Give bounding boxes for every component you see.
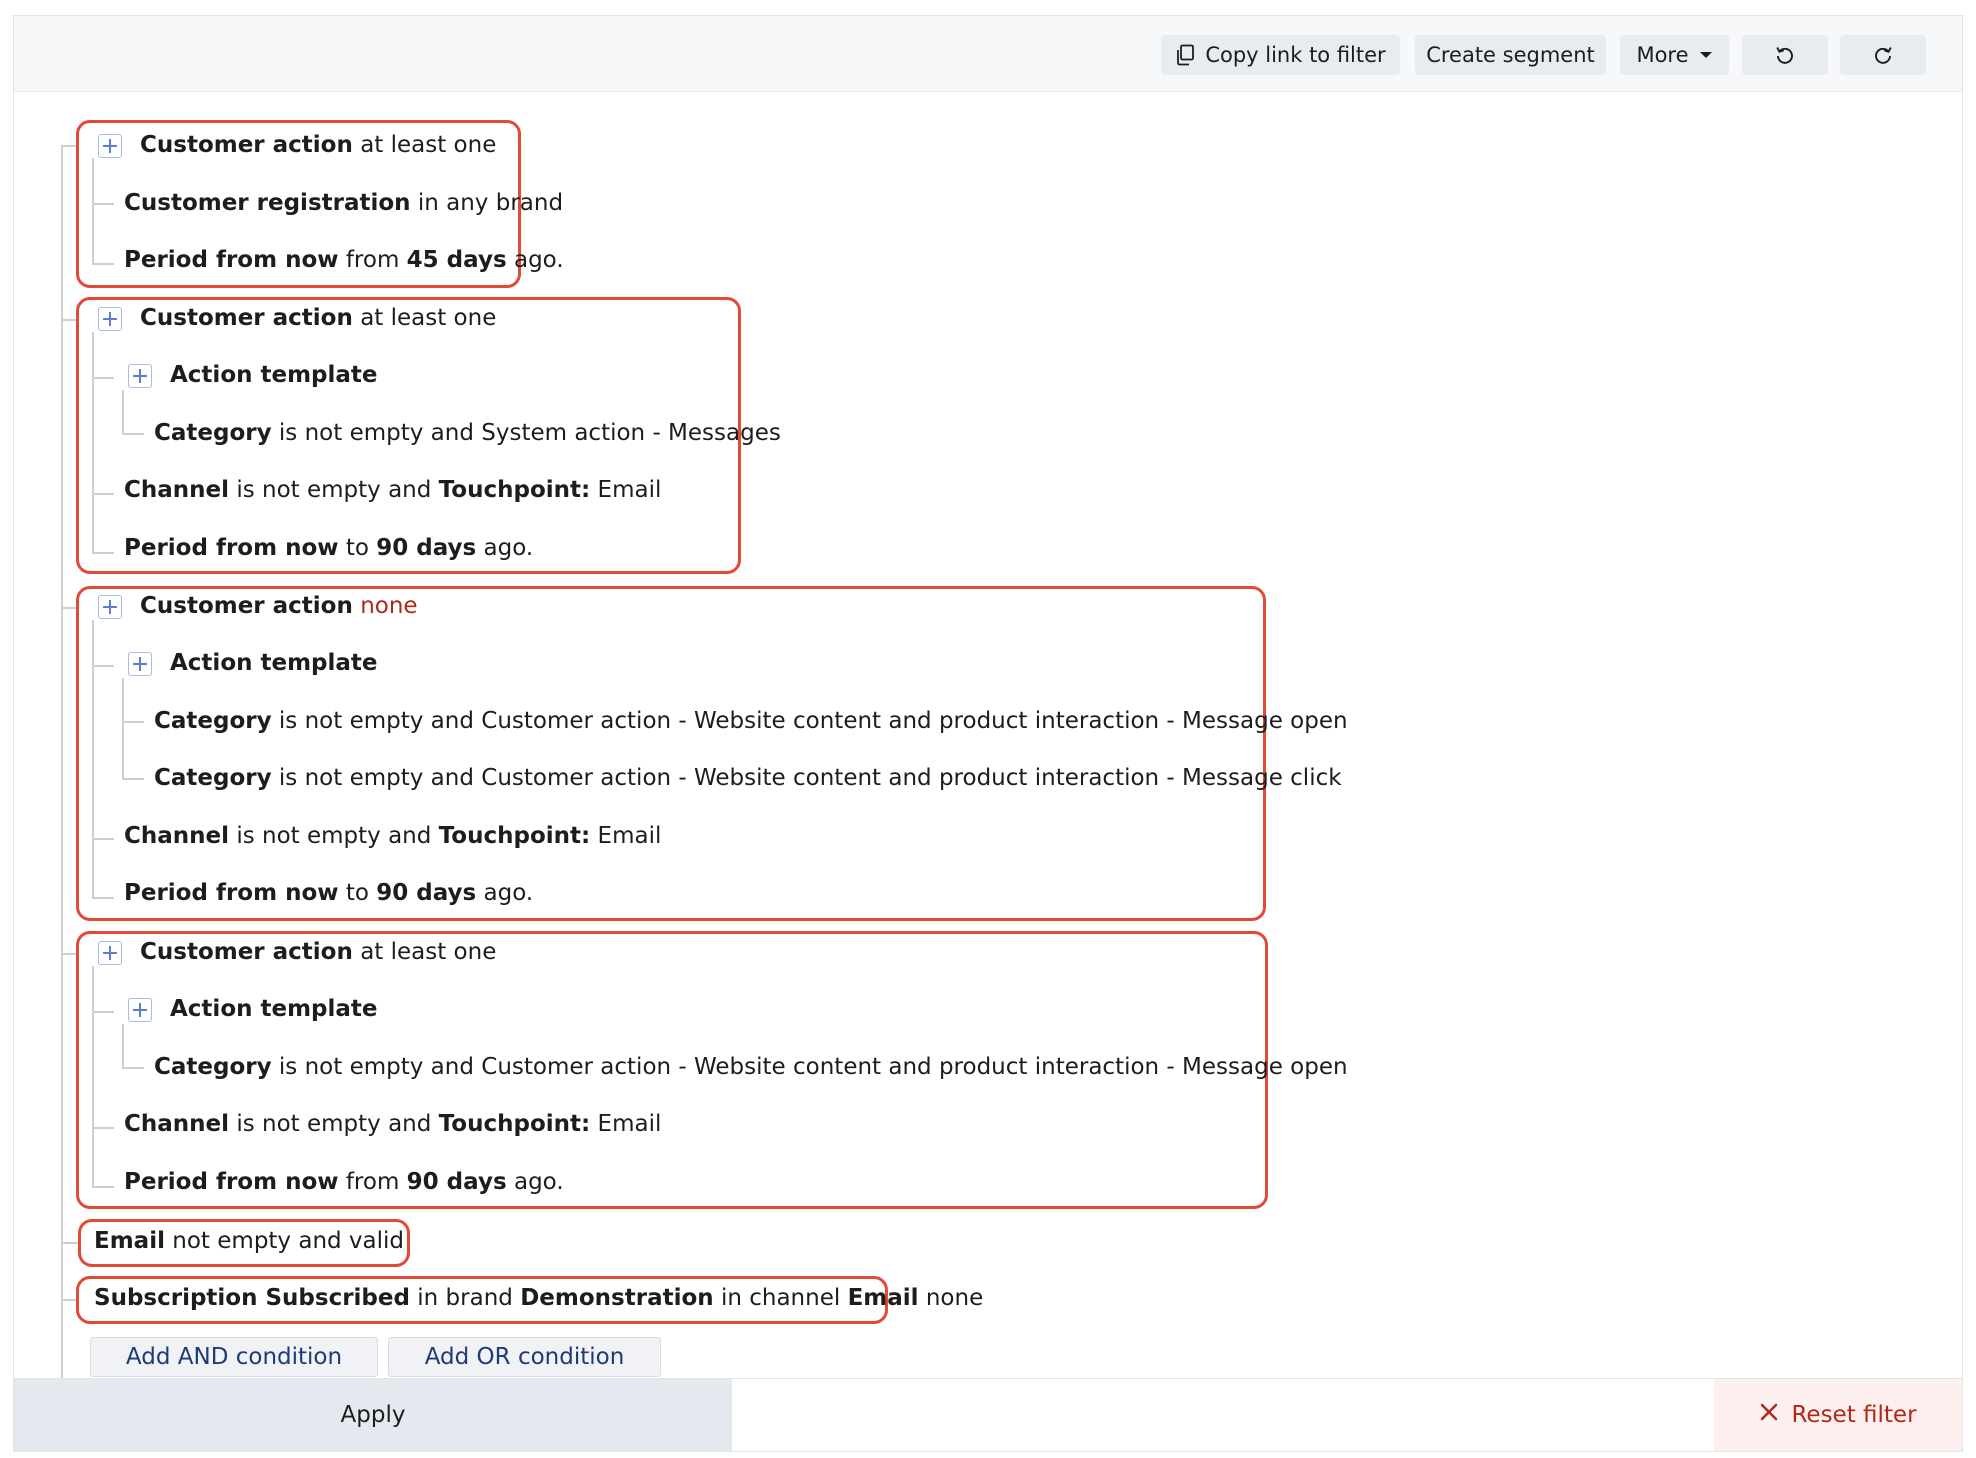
category-row[interactable]: Category is not empty and Customer actio… bbox=[154, 706, 1348, 736]
registration-row[interactable]: Customer registration in any brand bbox=[124, 188, 563, 218]
period-row[interactable]: Period from now to 90 days ago. bbox=[124, 878, 533, 908]
customer-action-row[interactable]: Customer action none bbox=[140, 591, 418, 621]
redo-icon bbox=[1872, 44, 1894, 66]
period-row[interactable]: Period from now to 90 days ago. bbox=[124, 533, 533, 563]
apply-button[interactable]: Apply bbox=[14, 1379, 732, 1451]
channel-row[interactable]: Channel is not empty and Touchpoint: Ema… bbox=[124, 821, 661, 851]
category-row[interactable]: Category is not empty and Customer actio… bbox=[154, 763, 1342, 793]
category-row[interactable]: Category is not empty and System action … bbox=[154, 418, 781, 448]
undo-icon bbox=[1774, 44, 1796, 66]
expand-plus-icon[interactable] bbox=[98, 307, 122, 331]
subscription-condition-row[interactable]: Subscription Subscribed in brand Demonst… bbox=[94, 1283, 983, 1313]
action-template-row[interactable]: Action template bbox=[170, 994, 378, 1024]
add-or-condition-button[interactable]: Add OR condition bbox=[388, 1337, 661, 1377]
customer-action-row[interactable]: Customer action at least one bbox=[140, 937, 496, 967]
tree-guide-root bbox=[61, 145, 63, 1423]
create-segment-label: Create segment bbox=[1426, 43, 1595, 67]
caret-down-icon bbox=[1699, 50, 1713, 60]
expand-plus-icon[interactable] bbox=[128, 998, 152, 1022]
category-row[interactable]: Category is not empty and Customer actio… bbox=[154, 1052, 1348, 1082]
filter-toolbar: Copy link to filter Create segment More bbox=[14, 16, 1962, 92]
negation-qualifier: none bbox=[360, 593, 418, 619]
channel-row[interactable]: Channel is not empty and Touchpoint: Ema… bbox=[124, 1109, 661, 1139]
expand-plus-icon[interactable] bbox=[98, 941, 122, 965]
highlight-group-3 bbox=[76, 586, 1266, 921]
redo-button[interactable] bbox=[1840, 35, 1926, 75]
close-icon bbox=[1759, 1402, 1779, 1428]
filter-footer: Apply Reset filter bbox=[14, 1378, 1962, 1451]
expand-plus-icon[interactable] bbox=[98, 595, 122, 619]
copy-link-label: Copy link to filter bbox=[1205, 43, 1386, 67]
copy-link-button[interactable]: Copy link to filter bbox=[1161, 35, 1400, 75]
customer-action-row[interactable]: Customer action at least one bbox=[140, 303, 496, 333]
expand-plus-icon[interactable] bbox=[128, 652, 152, 676]
copy-icon bbox=[1175, 44, 1195, 66]
reset-filter-button[interactable]: Reset filter bbox=[1714, 1379, 1962, 1451]
filter-tree: Customer action at least one Customer re… bbox=[14, 92, 1962, 1423]
undo-button[interactable] bbox=[1742, 35, 1828, 75]
action-template-row[interactable]: Action template bbox=[170, 360, 378, 390]
create-segment-button[interactable]: Create segment bbox=[1415, 35, 1606, 75]
channel-row[interactable]: Channel is not empty and Touchpoint: Ema… bbox=[124, 475, 661, 505]
expand-plus-icon[interactable] bbox=[98, 134, 122, 158]
email-condition-row[interactable]: Email not empty and valid bbox=[94, 1226, 404, 1256]
more-dropdown-button[interactable]: More bbox=[1620, 35, 1729, 75]
period-row[interactable]: Period from now from 90 days ago. bbox=[124, 1167, 564, 1197]
more-label: More bbox=[1636, 43, 1689, 67]
add-and-condition-button[interactable]: Add AND condition bbox=[90, 1337, 378, 1377]
action-template-row[interactable]: Action template bbox=[170, 648, 378, 678]
period-row[interactable]: Period from now from 45 days ago. bbox=[124, 245, 564, 275]
customer-action-row[interactable]: Customer action at least one bbox=[140, 130, 496, 160]
expand-plus-icon[interactable] bbox=[128, 364, 152, 388]
filter-panel: Copy link to filter Create segment More bbox=[13, 15, 1963, 1452]
